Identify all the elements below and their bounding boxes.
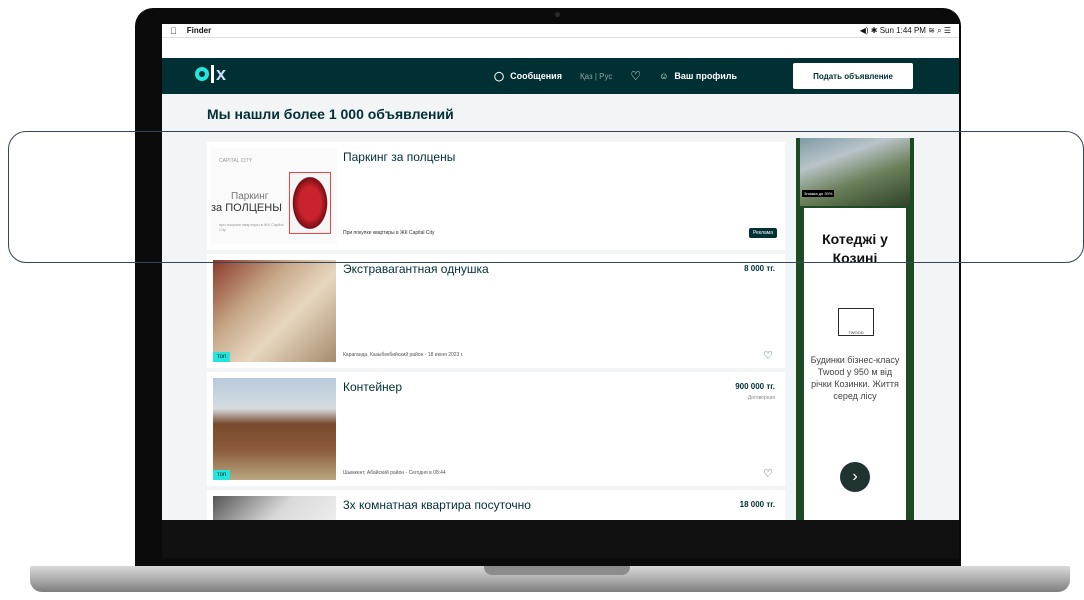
logo-bar-shape — [211, 65, 214, 83]
listing-price: 900 000 тг. — [735, 382, 775, 391]
twood-logo-icon: TWOOD — [838, 308, 874, 336]
top-badge: топ — [213, 470, 231, 480]
listing-title[interactable]: 3х комнатная квартира посуточно — [343, 498, 531, 512]
listing-location-date: Караганда, Казыбекбийский район - 18 июн… — [343, 352, 464, 358]
user-icon: ☺ — [659, 71, 669, 81]
favorites-heart-icon[interactable]: ♡ — [630, 69, 641, 83]
listing-card[interactable]: топ Экстравагантная однушка 8 000 тг. Ка… — [207, 254, 785, 368]
logo-o-shape — [195, 67, 209, 81]
status-items[interactable]: ◀) ✱ Sun 1:44 PM ≋ ⌕ ☰ — [860, 26, 951, 36]
favorite-heart-icon[interactable]: ♡ — [763, 349, 773, 362]
chevron-right-icon[interactable]: › — [840, 462, 870, 492]
apple-icon[interactable]:  — [170, 26, 177, 36]
listing-title[interactable]: Экстравагантная однушка — [343, 262, 489, 276]
laptop-notch — [484, 566, 630, 575]
listing-price: 8 000 тг. — [744, 264, 775, 273]
post-ad-button[interactable]: Подать объявление — [793, 63, 913, 89]
listing-card[interactable]: 3х комнатная квартира посуточно 18 000 т… — [207, 490, 785, 520]
mac-menubar:  Finder ◀) ✱ Sun 1:44 PM ≋ ⌕ ☰ — [162, 24, 959, 38]
listing-photo — [213, 496, 336, 520]
favorite-heart-icon[interactable]: ♡ — [763, 467, 773, 480]
top-badge: топ — [213, 352, 231, 362]
highlight-outline — [8, 131, 1084, 263]
toolbar-gap — [162, 38, 959, 58]
messages-link[interactable]: ◯ Сообщения — [494, 71, 562, 82]
listing-card[interactable]: топ Контейнер 900 000 тг. Договорная Шым… — [207, 372, 785, 486]
profile-label: Ваш профиль — [674, 71, 737, 81]
chat-icon: ◯ — [494, 70, 505, 81]
banner-description: Будинки бізнес-класу Twood у 950 м від р… — [810, 355, 900, 401]
olx-logo[interactable]: x — [195, 65, 226, 83]
finder-menu[interactable]: Finder — [187, 26, 211, 35]
price-note: Договорная — [747, 395, 775, 401]
messages-label: Сообщения — [510, 71, 562, 81]
profile-link[interactable]: ☺ Ваш профиль — [659, 71, 737, 81]
language-switcher[interactable]: Қаз | Рус — [580, 72, 612, 81]
listing-price: 18 000 тг. — [739, 500, 775, 509]
listing-photo: топ — [213, 378, 336, 480]
site-header: x ◯ Сообщения Қаз | Рус ♡ ☺ Ваш профиль … — [162, 58, 959, 94]
header-nav: ◯ Сообщения Қаз | Рус ♡ ☺ Ваш профиль — [494, 58, 737, 94]
listing-location-date: Шымкент, Абайский район - Сегодня в 08:4… — [343, 470, 446, 476]
listing-title[interactable]: Контейнер — [343, 380, 402, 394]
laptop-chin — [162, 520, 959, 558]
camera-dot — [555, 12, 560, 17]
logo-x-glyph: x — [216, 64, 227, 84]
screen:  Finder ◀) ✱ Sun 1:44 PM ≋ ⌕ ☰ x ◯ Сооб… — [162, 24, 959, 520]
listing-photo: топ — [213, 260, 336, 362]
results-count-heading: Мы нашли более 1 000 объявлений — [207, 106, 454, 122]
